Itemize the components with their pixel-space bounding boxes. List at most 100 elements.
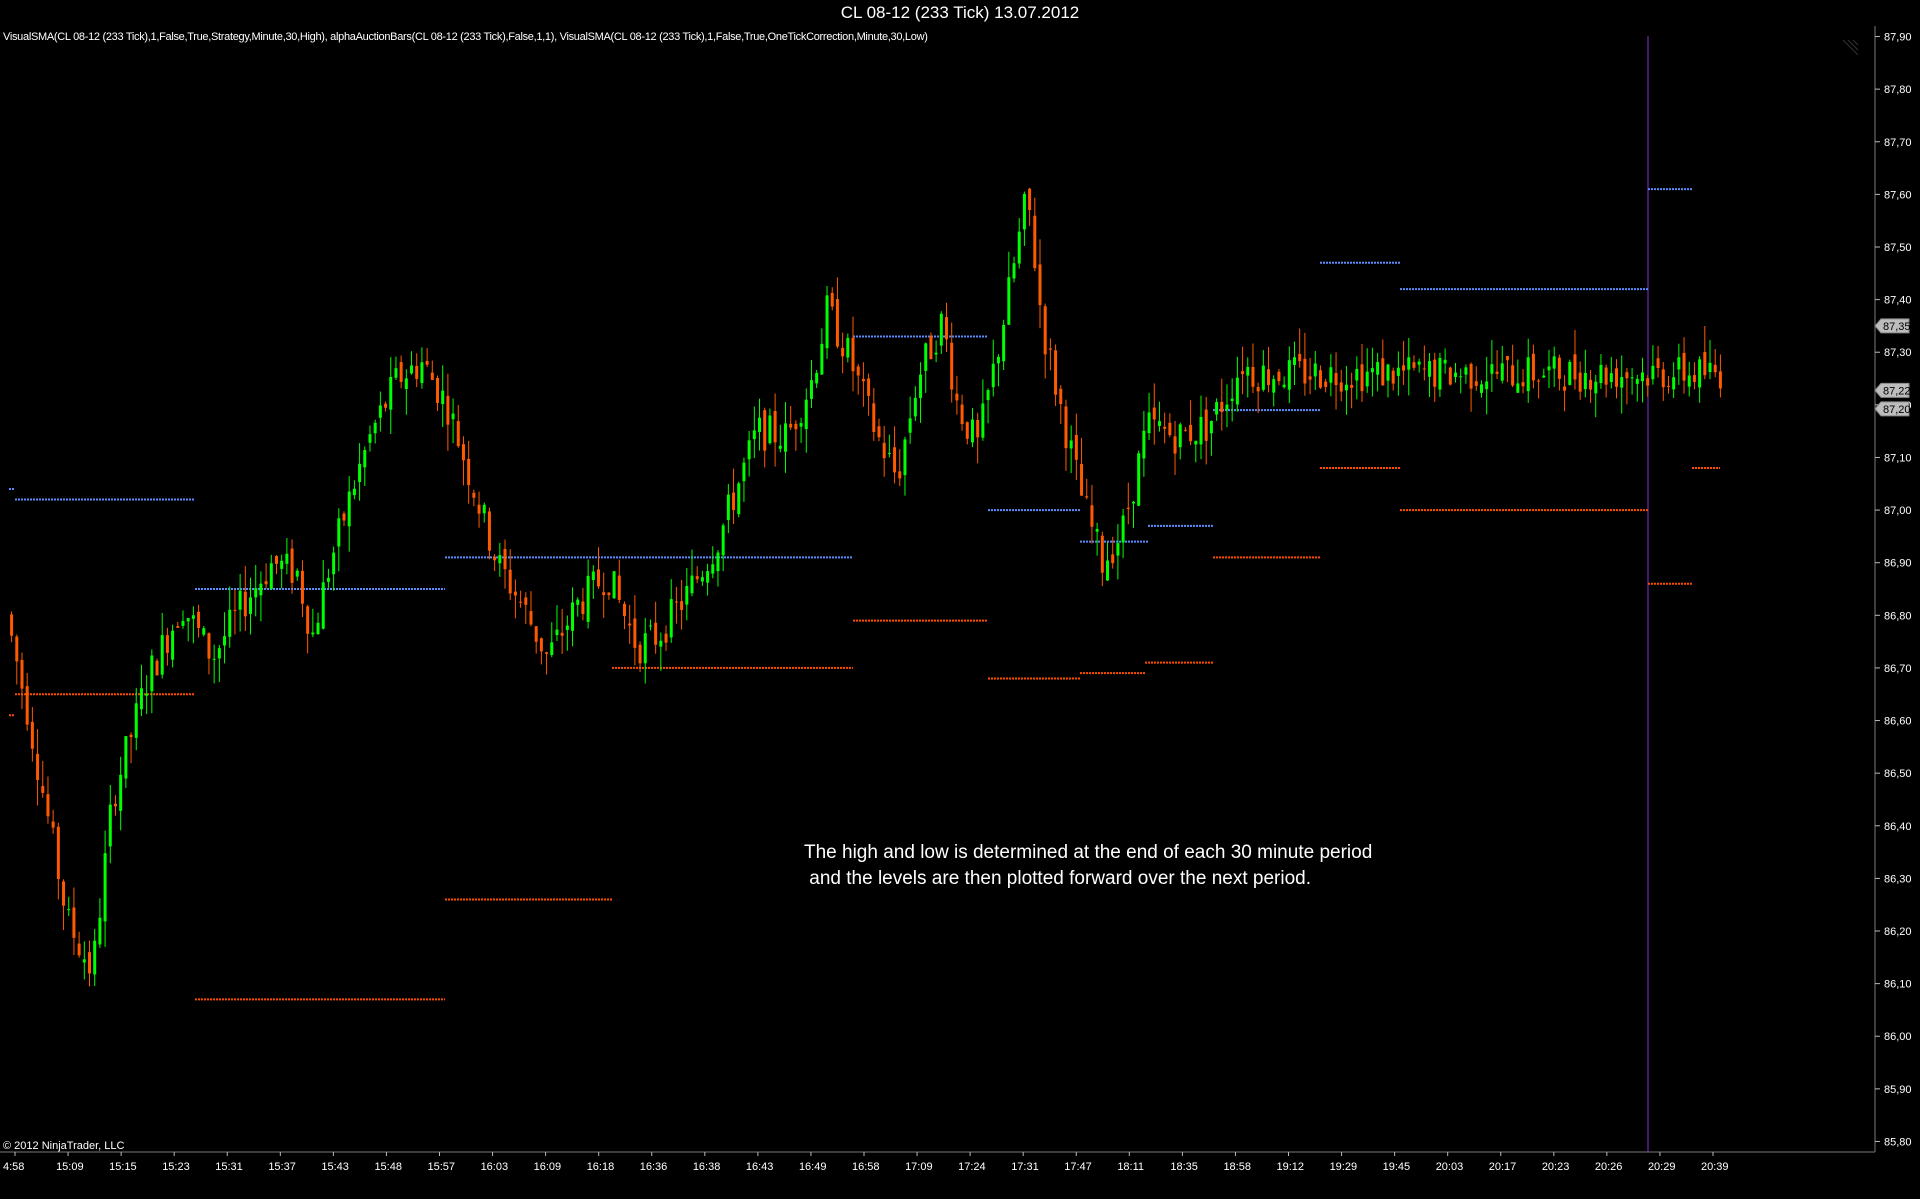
candle <box>622 601 626 630</box>
candle <box>695 566 699 584</box>
candle <box>1085 478 1089 500</box>
candle <box>1344 365 1348 415</box>
candle <box>1043 303 1047 379</box>
candle <box>919 362 923 423</box>
time-tick-label: 15:09 <box>56 1161 84 1173</box>
candle-body <box>1474 381 1478 386</box>
candle-body <box>934 352 938 355</box>
candle-body <box>960 404 964 425</box>
candle <box>25 672 29 731</box>
candle <box>384 401 388 412</box>
candle <box>306 604 310 654</box>
candle <box>1235 356 1239 412</box>
candle-body <box>1059 388 1063 405</box>
candle-body <box>591 571 595 580</box>
candle-body <box>1718 371 1722 389</box>
candle <box>539 637 543 665</box>
candle-body <box>399 362 403 382</box>
price-tick-label: 86,90 <box>1884 558 1912 570</box>
candle-body <box>347 491 351 527</box>
candle <box>1080 438 1084 497</box>
candle <box>815 369 819 389</box>
candle-body <box>628 623 632 626</box>
candle-body <box>300 570 304 604</box>
candle-body <box>41 786 45 793</box>
candle <box>1230 378 1234 422</box>
candle-body <box>1064 406 1068 449</box>
candle <box>913 386 917 421</box>
time-tick-label: 17:47 <box>1064 1161 1092 1173</box>
price-axis[interactable]: 87,90 87,80 87,70 87,60 87,50 87,40 87,30 87,20… <box>1875 32 1912 1149</box>
candle <box>1355 356 1359 400</box>
candle <box>908 396 912 444</box>
candle <box>1215 398 1219 421</box>
time-tick-label: 19:29 <box>1330 1161 1358 1173</box>
candle <box>1589 369 1593 403</box>
candle <box>758 398 762 451</box>
candle <box>472 489 476 507</box>
time-tick-label: 18:35 <box>1170 1161 1198 1173</box>
candle <box>410 351 414 375</box>
candle-body <box>872 403 876 433</box>
candle-body <box>919 374 923 399</box>
candle-body <box>1131 501 1135 504</box>
candle-body <box>887 452 891 454</box>
candle <box>648 619 652 631</box>
candle-body <box>1698 359 1702 388</box>
candle <box>1485 356 1489 415</box>
candle <box>223 612 227 664</box>
candle-body <box>1552 356 1556 369</box>
candle-body <box>477 504 481 514</box>
candle-body <box>1282 384 1286 388</box>
time-tick-label: 20:26 <box>1595 1161 1623 1173</box>
candle <box>1121 508 1125 559</box>
price-chart[interactable]: 87,90 87,80 87,70 87,60 87,50 87,40 87,30 87,20… <box>0 0 1920 1199</box>
candle <box>545 651 549 675</box>
candle <box>1168 413 1172 438</box>
candle <box>1511 344 1515 388</box>
candle-body <box>212 658 216 660</box>
candle-body <box>1687 375 1691 387</box>
candle <box>1433 352 1437 402</box>
candle <box>747 430 751 477</box>
candle <box>1157 401 1161 432</box>
time-tick-label: 17:24 <box>958 1161 986 1173</box>
candle-body <box>186 618 190 622</box>
candle-body <box>768 415 772 444</box>
candle-body <box>654 622 658 645</box>
candle <box>425 347 429 368</box>
candle-body <box>197 611 201 629</box>
candle-body <box>1485 381 1489 390</box>
candle <box>461 436 465 486</box>
candle <box>1454 362 1458 383</box>
candle <box>1578 361 1582 400</box>
candle <box>191 606 195 644</box>
candle-body <box>36 753 40 781</box>
candle-body <box>508 569 512 594</box>
time-axis[interactable]: 4:58 15:09 15:15 15:23 15:31 15:37 15:43 15:48 1… <box>3 1152 1729 1173</box>
candle-body <box>326 577 330 582</box>
candle <box>830 287 834 311</box>
candle-body <box>30 721 34 749</box>
candle <box>1048 338 1052 371</box>
candle-body <box>332 552 336 575</box>
candle <box>243 566 247 631</box>
candle <box>1293 341 1296 386</box>
candle-body <box>217 648 221 659</box>
candle-body <box>321 582 325 629</box>
candle-body <box>467 458 471 486</box>
candle <box>721 523 725 572</box>
candle-body <box>996 356 1000 364</box>
candle-body <box>607 592 611 596</box>
candle-body <box>1246 366 1250 376</box>
candle-body <box>830 292 834 307</box>
candle <box>1521 369 1525 394</box>
candle-body <box>1443 359 1447 364</box>
candle-body <box>415 365 419 379</box>
candle-body <box>1121 515 1125 543</box>
candle-body <box>539 638 543 652</box>
time-tick-label: 16:18 <box>587 1161 615 1173</box>
time-tick-label: 17:09 <box>905 1161 933 1173</box>
candle-body <box>1557 357 1561 379</box>
candle <box>1500 345 1504 384</box>
